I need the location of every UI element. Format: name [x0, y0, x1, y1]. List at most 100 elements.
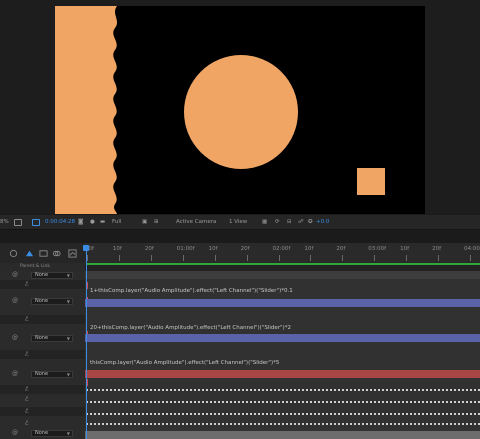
- parent-pick-whip-icon[interactable]: @: [12, 271, 18, 278]
- parent-dropdown[interactable]: None ▼: [31, 272, 73, 279]
- ruler-tick: [278, 255, 280, 261]
- current-time-display[interactable]: 0:00:04:28: [45, 219, 75, 225]
- snapshot-icon[interactable]: ◙: [78, 219, 83, 225]
- current-time-indicator[interactable]: [86, 251, 87, 439]
- parent-dropdown-value: None: [35, 371, 49, 377]
- camera-view-dropdown[interactable]: Active Camera: [176, 219, 216, 225]
- parent-pick-whip-icon[interactable]: @: [12, 334, 18, 341]
- audio-waveform: [85, 399, 480, 405]
- ruler-tick: [342, 255, 344, 261]
- chevron-down-icon: ▼: [66, 273, 70, 278]
- exposure-icon[interactable]: ✪: [308, 219, 313, 225]
- toggle-transparency-grid-icon[interactable]: ⊞: [154, 219, 159, 225]
- resolution-dropdown[interactable]: Full: [112, 219, 121, 225]
- ruler-tick-label: 20f: [144, 246, 154, 252]
- stopwatch-icon[interactable]: ℰ: [25, 281, 29, 288]
- draft-3d-icon[interactable]: [25, 249, 34, 258]
- layer-row[interactable]: @ None ▼: [0, 271, 85, 280]
- layer-row[interactable]: @ None ▼: [0, 297, 85, 306]
- layer-row[interactable]: @ None ▼: [0, 370, 85, 379]
- expression-text[interactable]: 1+thisComp.layer("Audio Amplitude").effe…: [90, 288, 293, 294]
- wavy-rectangle-shape: [55, 6, 117, 214]
- property-row[interactable]: ℰ: [0, 350, 85, 359]
- stopwatch-icon[interactable]: ℰ: [25, 396, 29, 403]
- ruler-tick-label: 10f: [208, 246, 218, 252]
- color-channel-icon[interactable]: ▬: [100, 219, 105, 225]
- parent-dropdown[interactable]: None ▼: [31, 298, 73, 305]
- parent-link-column-label: Parent & Link: [20, 264, 50, 269]
- flowchart-icon[interactable]: ☍: [298, 219, 304, 225]
- composition-canvas[interactable]: [55, 6, 425, 214]
- expression-text[interactable]: 20+thisComp.layer("Audio Amplitude").eff…: [90, 325, 291, 331]
- hide-shy-layers-icon[interactable]: [39, 249, 48, 258]
- transparency-grid-icon[interactable]: [14, 219, 22, 226]
- ruler-tick: [87, 255, 88, 261]
- ruler-tick: [150, 255, 152, 261]
- parent-pick-whip-icon[interactable]: @: [12, 429, 18, 436]
- ruler-tick: [118, 255, 120, 261]
- audio-waveform: [85, 421, 480, 427]
- layer-duration-bar[interactable]: [85, 299, 480, 307]
- work-area-bar[interactable]: [86, 263, 480, 265]
- parent-dropdown[interactable]: None ▼: [31, 430, 73, 437]
- region-of-interest-icon[interactable]: ▣: [142, 219, 147, 225]
- comp-mini-flowchart-icon[interactable]: [9, 249, 18, 258]
- property-row[interactable]: ℰ: [0, 385, 85, 394]
- ruler-tick: [310, 255, 312, 261]
- ruler-tick: [438, 255, 440, 261]
- layer-row[interactable]: @ None ▼: [0, 429, 85, 438]
- graph-editor-icon[interactable]: [68, 249, 77, 258]
- property-row[interactable]: ℰ: [0, 407, 85, 416]
- view-layout-dropdown[interactable]: 1 View: [229, 219, 247, 225]
- panel-gap: [0, 230, 480, 243]
- expression-text[interactable]: thisComp.layer("Audio Amplitude").effect…: [90, 360, 279, 366]
- show-snapshot-icon[interactable]: ●: [90, 219, 95, 225]
- ruler-tick-label: 03:00f: [368, 246, 387, 252]
- stopwatch-icon[interactable]: ℰ: [25, 351, 29, 358]
- layer-duration-bar[interactable]: [85, 370, 480, 378]
- ruler-tick: [182, 255, 184, 261]
- composition-viewer[interactable]: [0, 0, 480, 214]
- property-row[interactable]: ℰ: [0, 419, 85, 428]
- ruler-tick-label: 20f: [336, 246, 346, 252]
- chevron-down-icon: ▼: [66, 336, 70, 341]
- parent-dropdown-value: None: [35, 298, 49, 304]
- exposure-value[interactable]: +0.0: [316, 219, 329, 225]
- chevron-down-icon: ▼: [66, 299, 70, 304]
- ruler-tick: [406, 255, 408, 261]
- layer-panel: @ None ▼ ℰ @ None ▼ ℰ @ None ▼ ℰ @ None ▼ ℰ …: [0, 271, 85, 439]
- composition-artwork: [55, 6, 385, 214]
- stopwatch-icon[interactable]: ℰ: [25, 316, 29, 323]
- parent-dropdown[interactable]: None ▼: [31, 335, 73, 342]
- time-ruler[interactable]: 00f 10f 20f 01:00f 10f 20f 02:00f 10f 20f 03:00f 1…: [85, 243, 480, 263]
- layer-duration-bar[interactable]: [85, 431, 480, 439]
- motion-blur-icon[interactable]: [52, 249, 61, 258]
- stopwatch-icon[interactable]: ℰ: [25, 408, 29, 415]
- parent-dropdown[interactable]: None ▼: [31, 371, 73, 378]
- parent-pick-whip-icon[interactable]: @: [12, 370, 18, 377]
- property-row[interactable]: ℰ: [0, 280, 85, 289]
- property-row[interactable]: ℰ: [0, 315, 85, 324]
- magnification-dropdown[interactable]: 8%: [0, 219, 9, 225]
- mask-visibility-icon[interactable]: [32, 219, 40, 226]
- parent-dropdown-value: None: [35, 272, 49, 278]
- stopwatch-icon[interactable]: ℰ: [25, 386, 29, 393]
- layer-duration-bar[interactable]: [85, 271, 480, 279]
- property-row[interactable]: ℰ: [0, 395, 85, 404]
- ruler-tick-label: 02:00f: [272, 246, 291, 252]
- toggle-pixel-aspect-icon[interactable]: ▦: [262, 219, 267, 225]
- ruler-tick: [214, 255, 216, 261]
- ruler-tick-label: 01:00f: [176, 246, 195, 252]
- stopwatch-icon[interactable]: ℰ: [25, 420, 29, 427]
- parent-dropdown-value: None: [35, 335, 49, 341]
- viewer-toolbar: 8% 0:00:04:28 ◙ ● ▬ Full ▣ ⊞ Active Came…: [0, 214, 480, 230]
- fast-previews-icon[interactable]: ⟳: [275, 219, 280, 225]
- parent-pick-whip-icon[interactable]: @: [12, 297, 18, 304]
- timeline-icon[interactable]: ⊟: [287, 219, 292, 225]
- timeline-tracks[interactable]: 1+thisComp.layer("Audio Amplitude").effe…: [85, 271, 480, 439]
- layer-duration-bar[interactable]: [85, 334, 480, 342]
- parent-dropdown-value: None: [35, 430, 49, 436]
- column-header: Parent & Link: [0, 263, 85, 271]
- layer-row[interactable]: @ None ▼: [0, 334, 85, 343]
- circle-shape: [184, 55, 298, 169]
